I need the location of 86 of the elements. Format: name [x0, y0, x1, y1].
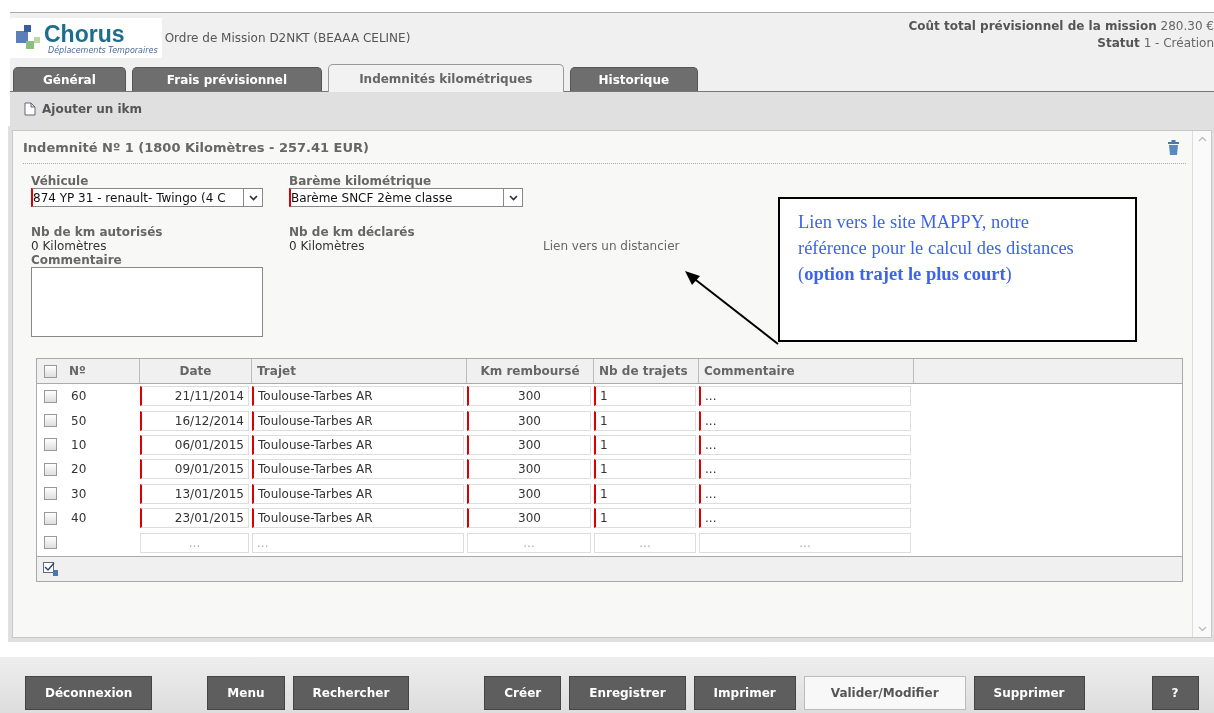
table-cell[interactable]: 1	[594, 434, 696, 455]
table-cell[interactable]: ...	[699, 434, 911, 455]
add-ikm-link[interactable]: Ajouter un ikm	[42, 102, 143, 116]
scale-select[interactable]: Barème SNCF 2ème classe	[289, 188, 523, 207]
table-cell[interactable]: ...	[699, 386, 911, 407]
trash-icon[interactable]	[1167, 139, 1180, 155]
table-cell[interactable]: Toulouse-Tarbes AR	[252, 386, 464, 407]
column-header: Date	[140, 359, 252, 383]
table-cell-text: 10	[70, 437, 88, 452]
checkbox[interactable]	[44, 438, 57, 452]
column-header: Km remboursé	[467, 359, 594, 383]
field-label: Commentaire	[31, 253, 123, 267]
table-cell[interactable]: 300	[467, 508, 591, 529]
action-button[interactable]: Enregistrer	[569, 675, 686, 710]
table-cell[interactable]: ...	[699, 410, 911, 431]
checkbox[interactable]	[44, 511, 57, 525]
table-cell[interactable]: 300	[467, 386, 591, 407]
column-header: Trajet	[252, 359, 467, 383]
table-cell[interactable]: ...	[699, 459, 911, 480]
checkbox[interactable]	[44, 487, 57, 501]
distance-link[interactable]: Lien vers un distancier	[543, 239, 680, 253]
table-cell[interactable]: 09/01/2015	[140, 459, 249, 480]
action-button[interactable]: Rechercher	[292, 675, 410, 710]
logo-subtitle: Déplacements Temporaires	[47, 45, 158, 55]
table-cell[interactable]: 1	[594, 410, 696, 431]
table-cell[interactable]: Toulouse-Tarbes AR	[252, 410, 464, 431]
column-header: Nº	[64, 359, 140, 383]
table-cell-text: 20	[70, 462, 88, 477]
field-label: Nb de km déclarés	[289, 225, 416, 239]
table-cell[interactable]: 300	[467, 434, 591, 455]
table-cell-text: 60	[70, 389, 88, 404]
action-button[interactable]: Créer	[484, 675, 562, 710]
column-header: Commentaire	[699, 359, 914, 383]
total-cost: Coût total prévisionnel de la mission 280.30 €	[908, 18, 1214, 35]
table-cell[interactable]: 13/01/2015	[140, 483, 249, 504]
checkbox[interactable]	[44, 389, 57, 403]
logo-wordmark: Chorus	[44, 21, 125, 46]
table-cell[interactable]: 1	[594, 459, 696, 480]
field-label: Barème kilométrique	[289, 174, 433, 188]
table-cell[interactable]: Toulouse-Tarbes AR	[252, 483, 464, 504]
table-cell[interactable]: 06/01/2015	[140, 434, 249, 455]
tab[interactable]: Général	[13, 67, 126, 91]
table-cell[interactable]: Toulouse-Tarbes AR	[252, 459, 464, 480]
checkbox[interactable]	[44, 364, 57, 378]
status-text: Statut 1 - Création	[1097, 35, 1214, 52]
checkbox[interactable]	[44, 414, 57, 428]
vehicle-select[interactable]: 874 YP 31 - renault- Twingo (4 C	[31, 188, 263, 207]
table-cell[interactable]: 1	[594, 386, 696, 407]
action-button[interactable]: ?	[1151, 675, 1199, 710]
tab[interactable]: Historique	[569, 67, 699, 91]
action-button[interactable]: Menu	[207, 675, 285, 710]
action-button[interactable]: Supprimer	[973, 675, 1085, 710]
table-cell[interactable]: 23/01/2015	[140, 508, 249, 529]
action-button[interactable]: Imprimer	[693, 675, 796, 710]
table-cell[interactable]: Toulouse-Tarbes AR	[252, 434, 464, 455]
action-button[interactable]: Valider/Modifier	[803, 675, 966, 710]
field-label: Nb de km autorisés	[31, 225, 164, 239]
table-cell[interactable]: 1	[594, 508, 696, 529]
table-cell[interactable]: 16/12/2014	[140, 410, 249, 431]
checkbox[interactable]	[44, 536, 57, 550]
document-icon	[24, 102, 36, 116]
km-authorized-value: 0 Kilomètres	[31, 239, 108, 253]
annotation-callout: Lien vers le site MAPPY, notre référence pour le calcul des distances (option trajet le plus court)	[778, 197, 1137, 342]
tab[interactable]: Frais prévisionnel	[131, 67, 323, 91]
table-cell[interactable]: 300	[467, 459, 591, 480]
km-declared-value: 0 Kilomètres	[289, 239, 366, 253]
table-cell-text: 50	[70, 413, 88, 428]
table-cell-text: 30	[70, 486, 88, 501]
table-cell[interactable]: ...	[699, 508, 911, 529]
scrollbar[interactable]	[1192, 131, 1211, 637]
table-cell[interactable]: Toulouse-Tarbes AR	[252, 508, 464, 529]
checklist-delete-icon[interactable]	[43, 561, 59, 576]
table-cell[interactable]: 1	[594, 483, 696, 504]
mission-title: Ordre de Mission D2NKT (BEAAA CELINE)	[164, 31, 411, 45]
indemnity-title: Indemnité Nº 1 (1800 Kilomètres - 257.41 EUR)	[23, 139, 369, 155]
table-cell-text: 40	[70, 511, 88, 526]
field-label: Véhicule	[31, 174, 90, 188]
table-cell[interactable]: ...	[699, 483, 911, 504]
table-cell[interactable]: 300	[467, 483, 591, 504]
comment-field[interactable]	[31, 267, 263, 337]
checkbox[interactable]	[44, 462, 57, 476]
table-cell[interactable]: 21/11/2014	[140, 386, 249, 407]
action-button[interactable]: Déconnexion	[25, 675, 153, 710]
tab[interactable]: Indemnités kilométriques	[328, 64, 564, 92]
column-header: Nb de trajets	[594, 359, 699, 383]
table-cell[interactable]: 300	[467, 410, 591, 431]
